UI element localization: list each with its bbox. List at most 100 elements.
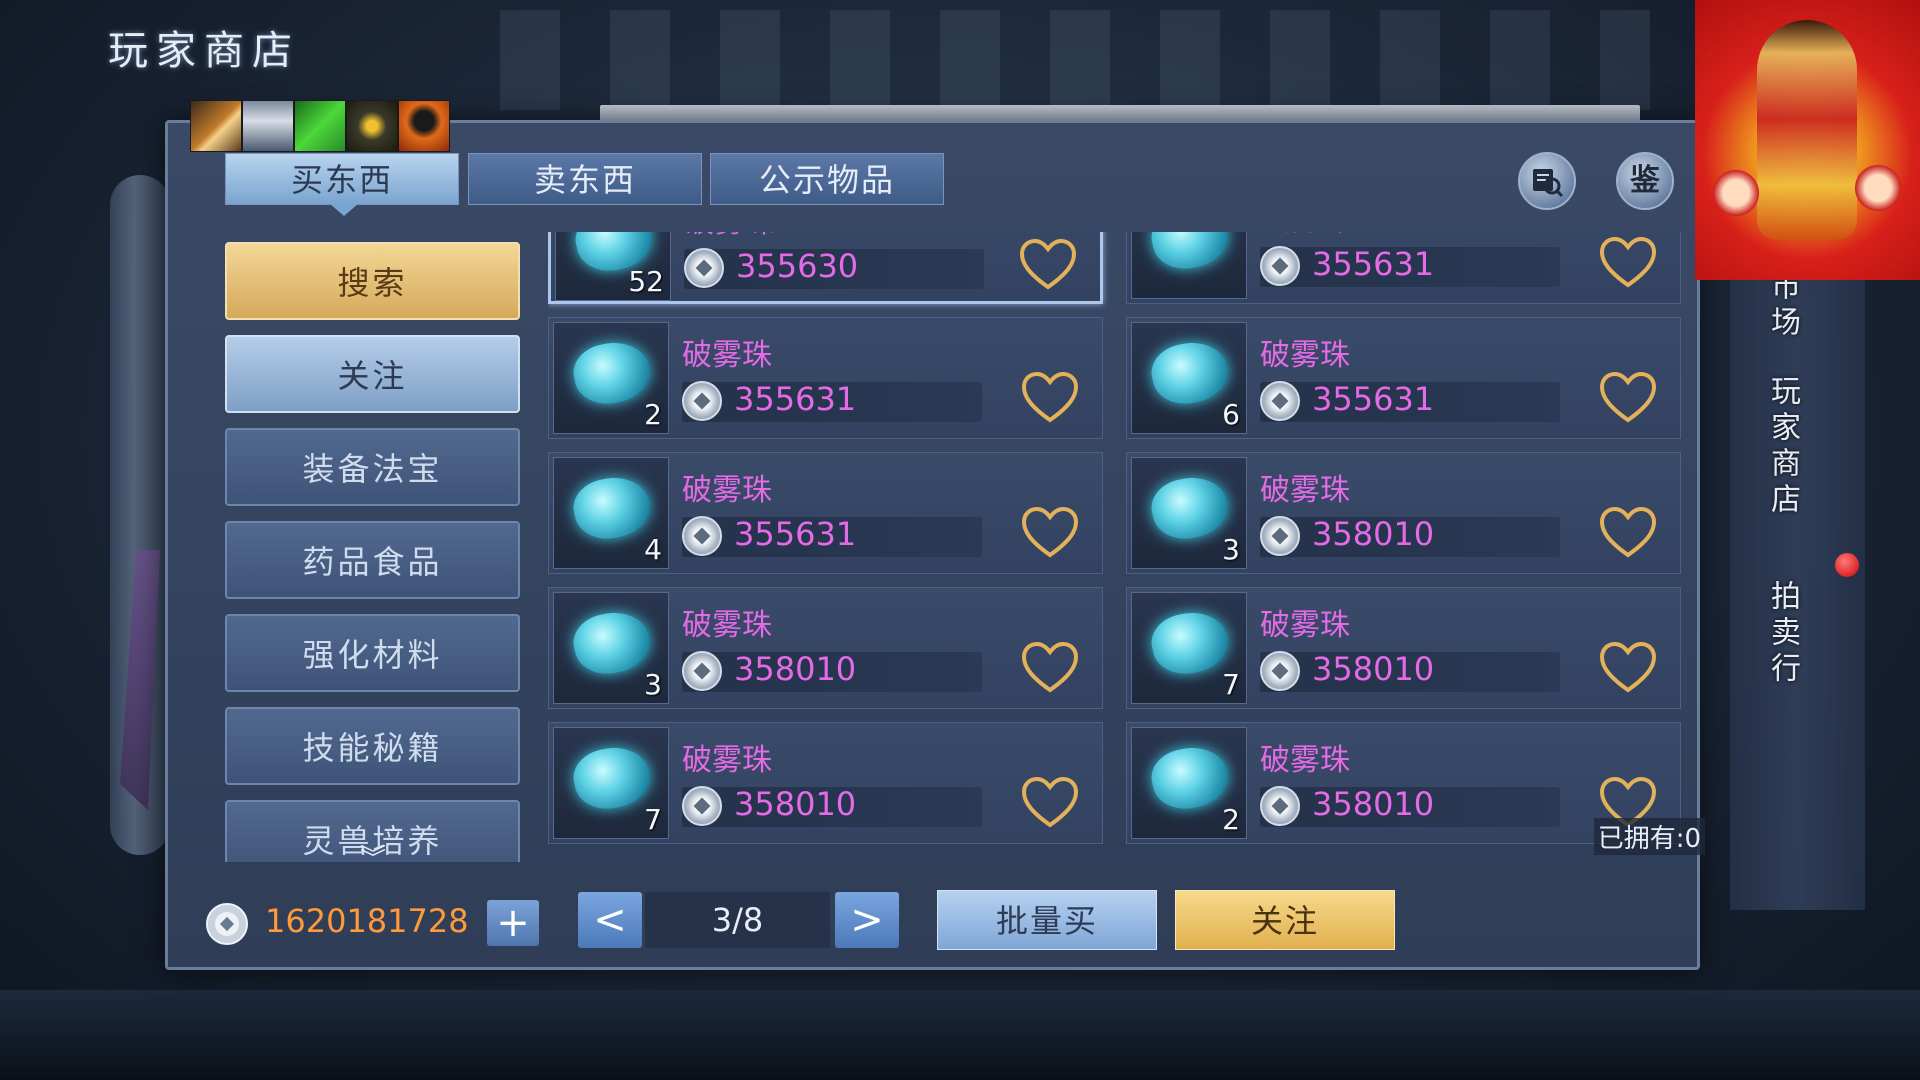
item-quantity: 52 [628, 265, 664, 298]
item-slot[interactable]: 3 [553, 592, 669, 704]
item-cell[interactable]: 7 破雾珠 358010 [1126, 587, 1681, 709]
gem-icon [568, 470, 656, 546]
coin-icon [1260, 651, 1300, 691]
category-list: 搜索 关注 装备法宝 药品食品 强化材料 技能秘籍 灵兽培养 [222, 232, 527, 862]
item-price: 358010 [1312, 650, 1435, 688]
item-quantity: 7 [1222, 668, 1240, 701]
item-price: 355631 [734, 515, 857, 553]
category-enhance-material[interactable]: 强化材料 [225, 614, 520, 692]
item-slot[interactable]: 7 [1131, 592, 1247, 704]
gem-icon [1146, 335, 1234, 411]
coin-icon [682, 786, 722, 826]
background-hud [500, 10, 1650, 110]
skill-icon-4[interactable] [346, 100, 398, 152]
item-slot[interactable]: 4 [553, 457, 669, 569]
notification-dot [1835, 553, 1859, 577]
coin-icon [1260, 516, 1300, 556]
gem-icon [1146, 740, 1234, 816]
gem-icon [568, 740, 656, 816]
heart-icon[interactable] [1018, 237, 1078, 293]
heart-icon[interactable] [1020, 640, 1080, 696]
item-price: 358010 [1312, 515, 1435, 553]
skill-icon-5[interactable] [398, 100, 450, 152]
heart-icon[interactable] [1598, 370, 1658, 426]
item-slot[interactable]: 7 [553, 727, 669, 839]
skill-icon-2[interactable] [242, 100, 294, 152]
item-slot[interactable]: 3 [1131, 457, 1247, 569]
item-name: 破雾珠 [682, 338, 772, 373]
item-name: 破雾珠 [682, 743, 772, 778]
gem-icon [568, 605, 656, 681]
item-slot[interactable]: 2 [1131, 727, 1247, 839]
item-price: 355631 [1312, 380, 1435, 418]
item-cell[interactable]: 52 破雾珠 355630 [548, 232, 1103, 304]
item-quantity: 3 [1222, 533, 1240, 566]
magnifier-book-icon [1533, 169, 1564, 198]
item-cell[interactable]: 4 破雾珠 355631 [548, 452, 1103, 574]
item-quantity: 4 [644, 533, 662, 566]
gem-icon [1146, 605, 1234, 681]
category-follow[interactable]: 关注 [225, 335, 520, 413]
coin-icon [1260, 786, 1300, 826]
side-nav-player-shop[interactable]: 玩家商店 [1760, 375, 1804, 519]
bulk-buy-button[interactable]: 批量买 [937, 890, 1157, 950]
item-price: 358010 [734, 650, 857, 688]
item-quantity: 6 [1222, 398, 1240, 431]
category-search[interactable]: 搜索 [225, 242, 520, 320]
item-cell[interactable]: 破雾珠 355631 [1126, 232, 1681, 304]
item-cell[interactable]: 3 破雾珠 358010 [548, 587, 1103, 709]
gem-icon [1146, 232, 1234, 276]
follow-button[interactable]: 关注 [1175, 890, 1395, 950]
heart-icon[interactable] [1020, 370, 1080, 426]
item-cell[interactable]: 2 破雾珠 355631 [548, 317, 1103, 439]
item-name: 破雾珠 [1260, 608, 1350, 643]
category-equipment[interactable]: 装备法宝 [225, 428, 520, 506]
coin-icon [682, 516, 722, 556]
item-slot[interactable]: 2 [553, 322, 669, 434]
item-slot[interactable] [1131, 232, 1247, 299]
tab-sell[interactable]: 卖东西 [468, 153, 702, 205]
active-tab-indicator [330, 204, 358, 216]
buff-icon-strip [190, 100, 450, 152]
item-quantity: 7 [644, 803, 662, 836]
gem-icon [1146, 470, 1234, 546]
item-name: 破雾珠 [1260, 338, 1350, 373]
item-quantity: 2 [644, 398, 662, 431]
item-price: 358010 [1312, 785, 1435, 823]
poster-child-left [1713, 170, 1759, 216]
skill-icon-1[interactable] [190, 100, 242, 152]
god-of-wealth-poster [1695, 0, 1920, 280]
category-medicine-food[interactable]: 药品食品 [225, 521, 520, 599]
heart-icon[interactable] [1598, 235, 1658, 291]
currency-balance: 1620181728 [265, 902, 469, 940]
item-cell[interactable]: 7 破雾珠 358010 [548, 722, 1103, 844]
heart-icon[interactable] [1020, 775, 1080, 831]
poster-figure [1757, 20, 1857, 240]
heart-icon[interactable] [1020, 505, 1080, 561]
silver-coin-icon [206, 903, 248, 945]
coin-icon [682, 381, 722, 421]
side-nav-auction[interactable]: 拍卖行 [1760, 580, 1804, 688]
search-record-button[interactable] [1518, 152, 1576, 210]
tab-buy[interactable]: 买东西 [225, 153, 459, 205]
item-slot[interactable]: 52 [555, 232, 671, 301]
heart-icon[interactable] [1598, 640, 1658, 696]
item-cell[interactable]: 6 破雾珠 355631 [1126, 317, 1681, 439]
coin-icon [682, 651, 722, 691]
prev-page-button[interactable]: < [578, 892, 642, 948]
chevron-down-icon[interactable]: ︾ [360, 838, 386, 875]
item-price: 355631 [734, 380, 857, 418]
add-currency-button[interactable]: + [487, 900, 539, 946]
item-cell[interactable]: 3 破雾珠 358010 [1126, 452, 1681, 574]
heart-icon[interactable] [1598, 505, 1658, 561]
item-price: 355631 [1312, 245, 1435, 283]
side-nav-market[interactable]: 市场 [1760, 270, 1804, 342]
floor-decoration [0, 990, 1920, 1080]
next-page-button[interactable]: > [835, 892, 899, 948]
tab-public-items[interactable]: 公示物品 [710, 153, 944, 205]
item-slot[interactable]: 6 [1131, 322, 1247, 434]
coin-icon [684, 248, 724, 288]
appraise-button[interactable]: 鉴 [1616, 152, 1674, 210]
skill-icon-3[interactable] [294, 100, 346, 152]
category-skill-books[interactable]: 技能秘籍 [225, 707, 520, 785]
